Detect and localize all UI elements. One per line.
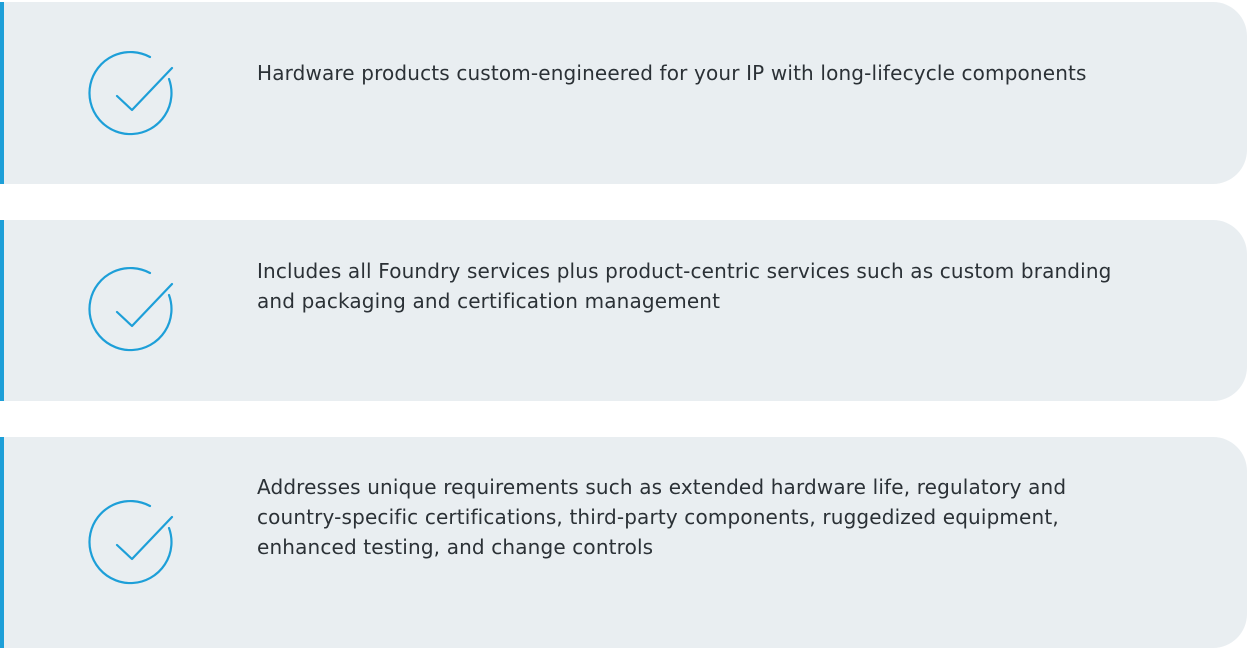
feature-text: Addresses unique requirements such as ex…	[257, 475, 1067, 559]
feature-card: Hardware products custom-engineered for …	[0, 2, 1247, 184]
feature-card: Includes all Foundry services plus produ…	[0, 220, 1247, 401]
feature-card: Addresses unique requirements such as ex…	[0, 437, 1247, 648]
checkmark-circle-icon	[88, 50, 174, 136]
feature-text: Includes all Foundry services plus produ…	[257, 259, 1112, 313]
feature-text: Hardware products custom-engineered for …	[257, 61, 1087, 85]
checkmark-circle-icon	[88, 266, 174, 352]
checkmark-circle-icon	[88, 499, 174, 585]
feature-list: Hardware products custom-engineered for …	[0, 0, 1247, 650]
